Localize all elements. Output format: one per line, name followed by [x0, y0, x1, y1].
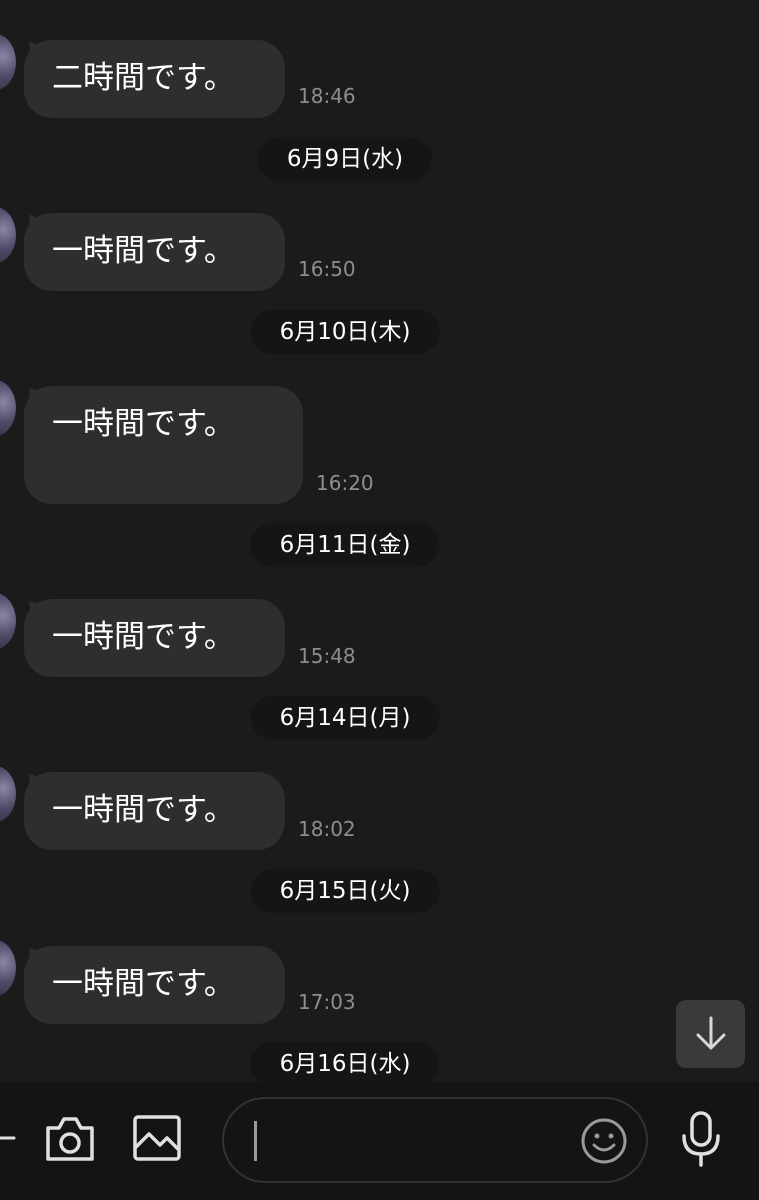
chat-area[interactable]: 二時間です。 18:46 6月9日(水) 一時間です。 16:50 6月10日(… — [0, 0, 759, 1082]
message-time: 17:03 — [298, 990, 356, 1014]
text-cursor — [254, 1121, 257, 1161]
message-text: 一時間です。 — [52, 619, 235, 655]
avatar[interactable] — [0, 593, 16, 649]
message-text: 一時間です。 — [52, 233, 235, 269]
message-time: 16:50 — [298, 257, 356, 281]
avatar[interactable] — [0, 207, 16, 263]
avatar[interactable] — [0, 380, 16, 436]
avatar[interactable] — [0, 766, 16, 822]
plus-icon[interactable] — [0, 1130, 16, 1146]
date-separator: 6月9日(水) — [257, 137, 433, 181]
message-composer-bar — [0, 1082, 759, 1200]
message-input[interactable] — [252, 1117, 576, 1165]
message-bubble[interactable]: 一時間です。 — [24, 599, 285, 677]
date-separator: 6月16日(水) — [250, 1042, 440, 1082]
date-separator: 6月10日(木) — [250, 310, 440, 354]
message-bubble[interactable]: 一時間です。 — [24, 772, 285, 850]
avatar[interactable] — [0, 34, 16, 90]
message-input-container[interactable] — [222, 1097, 648, 1183]
date-separator: 6月14日(月) — [250, 696, 440, 740]
message-text: 二時間です。 — [52, 60, 235, 96]
scroll-to-bottom-button[interactable] — [676, 1000, 745, 1068]
message-time: 16:20 — [316, 471, 374, 495]
microphone-icon[interactable] — [679, 1110, 723, 1168]
avatar[interactable] — [0, 940, 16, 996]
message-bubble[interactable]: 一時間です。 — [24, 386, 303, 504]
message-bubble[interactable]: 一時間です。 — [24, 946, 285, 1024]
date-separator: 6月11日(金) — [250, 523, 440, 567]
date-separator: 6月15日(火) — [250, 869, 440, 913]
message-time: 18:02 — [298, 817, 356, 841]
message-bubble[interactable]: 一時間です。 — [24, 213, 285, 291]
image-icon[interactable] — [132, 1114, 182, 1162]
emoji-icon[interactable] — [580, 1117, 628, 1165]
message-time: 18:46 — [298, 84, 356, 108]
arrow-down-icon — [696, 1016, 725, 1050]
message-text: 一時間です。 — [52, 966, 235, 1002]
message-text: 一時間です。 — [52, 406, 235, 442]
camera-icon[interactable] — [44, 1114, 96, 1164]
message-text: 一時間です。 — [52, 792, 235, 828]
message-time: 15:48 — [298, 644, 356, 668]
message-bubble[interactable]: 二時間です。 — [24, 40, 285, 118]
